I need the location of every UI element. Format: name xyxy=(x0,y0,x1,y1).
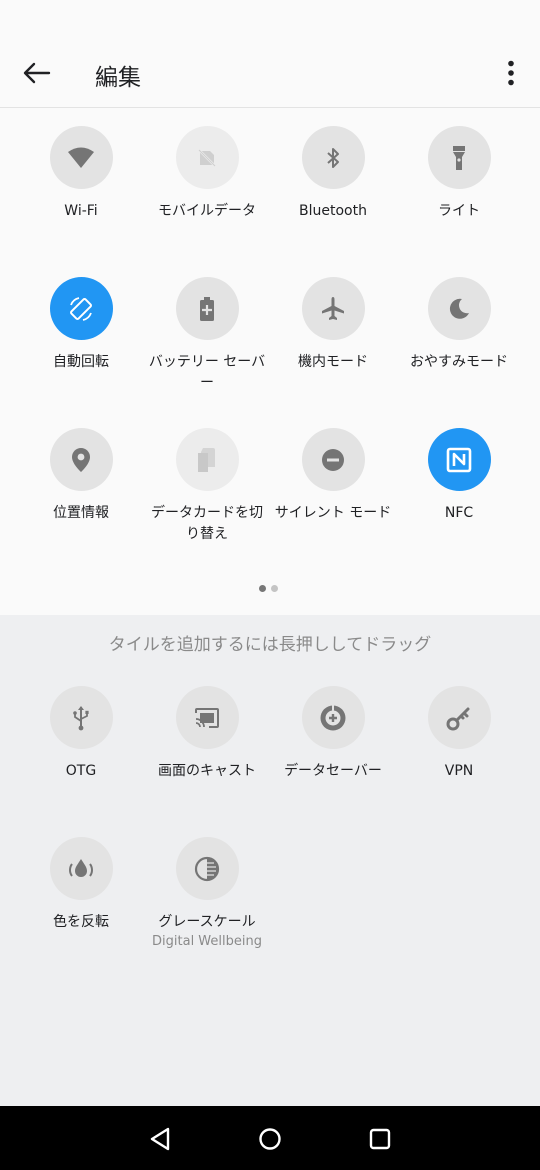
location-pin-icon xyxy=(72,447,90,472)
battery-saver-icon xyxy=(200,296,214,321)
tile-circle xyxy=(175,686,239,749)
tile-label: データカードを切り替え xyxy=(151,505,263,542)
tile-circle xyxy=(175,277,239,340)
tile-label: Bluetooth xyxy=(299,203,367,219)
back-button[interactable] xyxy=(18,56,56,90)
key-icon xyxy=(446,707,470,730)
data-saver-icon xyxy=(320,705,346,730)
tile-label: NFC xyxy=(444,505,474,521)
navigation-bar xyxy=(0,1106,540,1170)
tile-battery-saver[interactable]: バッテリー セーバー xyxy=(144,277,270,394)
tile-circle xyxy=(427,277,491,340)
tile-label: ライト xyxy=(438,203,480,219)
tile-circle xyxy=(49,837,113,900)
airplane-icon xyxy=(322,296,344,320)
mobile-data-off-icon xyxy=(197,147,217,168)
tile-label: おやすみモード xyxy=(410,354,508,370)
do-not-disturb-icon xyxy=(322,448,344,471)
tile-do-not-disturb[interactable]: サイレント モード xyxy=(270,428,396,524)
grayscale-icon xyxy=(194,856,220,881)
sim-card-icon xyxy=(198,447,215,472)
tile-airplane[interactable]: 機内モード xyxy=(270,277,396,373)
tile-circle xyxy=(49,428,113,491)
tile-label: モバイルデータ xyxy=(158,203,256,219)
tile-otg[interactable]: OTG xyxy=(18,686,144,782)
tile-label: 位置情報 xyxy=(53,505,109,521)
drag-hint-text: タイルを追加するには長押ししてドラッグ xyxy=(108,635,432,655)
tile-auto-rotate[interactable]: 自動回転 xyxy=(18,277,144,373)
tile-circle xyxy=(49,686,113,749)
more-vert-icon xyxy=(508,60,514,86)
tile-circle xyxy=(301,126,365,189)
recents-icon xyxy=(369,1128,391,1150)
tile-night-mode[interactable]: おやすみモード xyxy=(396,277,522,373)
tile-vpn[interactable]: VPN xyxy=(396,686,522,782)
tile-circle xyxy=(175,837,239,900)
nav-recents-button[interactable] xyxy=(362,1122,398,1156)
tile-circle xyxy=(175,428,239,491)
tile-label: 機内モード xyxy=(298,354,368,370)
tile-circle xyxy=(427,686,491,749)
tile-label: グレースケール xyxy=(158,914,256,930)
tile-label: バッテリー セーバー xyxy=(148,354,266,391)
nav-home-button[interactable] xyxy=(252,1122,288,1156)
tile-flashlight[interactable]: ライト xyxy=(396,126,522,222)
moon-icon xyxy=(449,298,469,319)
tile-label: 自動回転 xyxy=(53,354,109,370)
page-title: 編集 xyxy=(95,65,141,91)
nav-back-button[interactable] xyxy=(142,1122,178,1156)
tile-label: VPN xyxy=(444,763,474,779)
back-icon xyxy=(150,1127,170,1151)
tile-circle xyxy=(175,126,239,189)
tile-grayscale[interactable]: グレースケール Digital Wellbeing xyxy=(144,837,270,950)
tile-bluetooth[interactable]: Bluetooth xyxy=(270,126,396,222)
cast-icon xyxy=(195,707,219,728)
app-bar: 編集 xyxy=(0,0,540,108)
tile-circle xyxy=(49,277,113,340)
tile-circle xyxy=(427,126,491,189)
tile-nfc[interactable]: NFC xyxy=(396,428,522,524)
tile-circle xyxy=(301,686,365,749)
back-arrow-icon xyxy=(23,62,51,84)
tile-label: Wi-Fi xyxy=(64,203,98,219)
tile-wifi[interactable]: Wi-Fi xyxy=(18,126,144,222)
page-dot-active xyxy=(259,585,266,592)
tile-label: 画面のキャスト xyxy=(158,763,256,779)
bluetooth-icon xyxy=(327,147,339,168)
more-options-button[interactable] xyxy=(496,56,526,90)
usb-icon xyxy=(73,705,89,730)
invert-colors-icon xyxy=(69,858,93,877)
tile-sublabel: Digital Wellbeing xyxy=(152,934,262,949)
tile-circle xyxy=(49,126,113,189)
auto-rotate-icon xyxy=(70,296,92,321)
tile-switch-data-card[interactable]: データカードを切り替え xyxy=(144,428,270,545)
tile-screen-cast[interactable]: 画面のキャスト xyxy=(144,686,270,782)
wifi-icon xyxy=(68,147,94,168)
tile-mobile-data[interactable]: モバイルデータ xyxy=(144,126,270,222)
tile-circle xyxy=(301,277,365,340)
tile-circle xyxy=(427,428,491,491)
page-indicator xyxy=(259,585,278,592)
flashlight-icon xyxy=(453,145,465,170)
tile-location[interactable]: 位置情報 xyxy=(18,428,144,524)
tile-circle xyxy=(301,428,365,491)
tile-label: 色を反転 xyxy=(53,914,109,930)
tile-label: OTG xyxy=(65,763,97,779)
tile-label: データセーバー xyxy=(284,763,382,779)
home-icon xyxy=(259,1128,281,1150)
nfc-icon xyxy=(446,447,472,472)
page-dot xyxy=(271,585,278,592)
tile-data-saver[interactable]: データセーバー xyxy=(270,686,396,782)
tile-invert-colors[interactable]: 色を反転 xyxy=(18,837,144,933)
tile-label: サイレント モード xyxy=(274,505,392,521)
